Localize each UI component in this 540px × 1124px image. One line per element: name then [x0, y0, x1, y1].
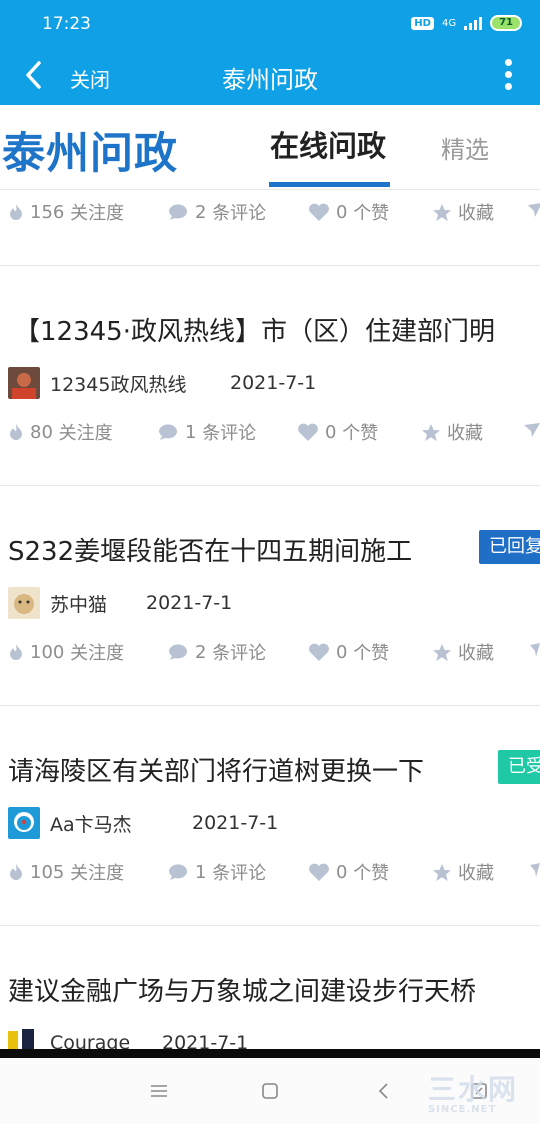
post-stats: 156 关注度 2 条评论 0 个赞 收藏 [0, 190, 540, 230]
like-count[interactable]: 0 个赞 [297, 419, 378, 445]
author-name: Aa卞马杰 [50, 813, 132, 836]
post-author: Courage [8, 1027, 130, 1050]
comment-icon [159, 424, 177, 440]
comment-count[interactable]: 2 条评论 [167, 199, 266, 225]
avatar [8, 807, 40, 839]
share-icon[interactable] [530, 863, 540, 877]
heart-icon [309, 863, 329, 881]
heart-icon [298, 423, 318, 441]
share-icon[interactable] [524, 423, 540, 437]
divider [0, 925, 540, 926]
heart-icon [309, 203, 329, 221]
favorite-button[interactable]: 收藏 [432, 639, 494, 665]
favorite-button[interactable]: 收藏 [421, 419, 483, 445]
comment-icon [169, 204, 187, 220]
star-icon [433, 203, 451, 221]
post-date: 2021-7-1 [230, 372, 317, 394]
post-stats: 105 关注度 1 条评论 0 个赞 收藏 [0, 850, 540, 890]
post-stats: 100 关注度 2 条评论 0 个赞 收藏 [0, 630, 540, 670]
flame-icon [10, 864, 22, 880]
star-icon [422, 423, 440, 441]
like-count[interactable]: 0 个赞 [308, 199, 389, 225]
status-icons: HD 4G 71 [411, 15, 522, 31]
like-count[interactable]: 0 个赞 [308, 639, 389, 665]
comment-count[interactable]: 1 条评论 [167, 859, 266, 885]
tab-featured[interactable]: 精选 [441, 130, 489, 165]
post-feed: 156 关注度 2 条评论 0 个赞 收藏 【12345·政风热线】市（区）住建… [0, 190, 540, 1050]
more-menu-icon[interactable] [496, 56, 520, 96]
status-time: 17:23 [42, 14, 91, 34]
share-icon[interactable] [528, 203, 540, 217]
comment-count[interactable]: 1 条评论 [157, 419, 256, 445]
star-icon [433, 643, 451, 661]
avatar [8, 367, 40, 399]
favorite-button[interactable]: 收藏 [432, 859, 494, 885]
divider [0, 265, 540, 266]
post-stats: 80 关注度 1 条评论 0 个赞 收藏 [0, 410, 540, 450]
star-icon [433, 863, 451, 881]
network-label: 4G [441, 17, 457, 29]
post-author: 苏中猫 [8, 587, 107, 619]
signal-icon [464, 16, 483, 30]
follow-count: 156 关注度 [8, 199, 124, 225]
home-icon[interactable] [261, 1082, 279, 1100]
watermark: 三水网 SINCE.NET [427, 1073, 518, 1115]
flame-icon [10, 424, 22, 440]
post-title[interactable]: 建议金融广场与万象城之间建设步行天桥 [8, 971, 476, 1008]
post-title[interactable]: S232姜堰段能否在十四五期间施工 [8, 531, 412, 568]
follow-count: 100 关注度 [8, 639, 124, 665]
post-date: 2021-7-1 [162, 1032, 249, 1050]
menu-icon[interactable] [150, 1082, 168, 1100]
post-title[interactable]: 【12345·政风热线】市（区）住建部门明 [14, 311, 495, 348]
author-name: 12345政风热线 [50, 373, 187, 396]
post-title[interactable]: 请海陵区有关部门将行道树更换一下 [8, 751, 424, 788]
active-tab-indicator [269, 182, 390, 187]
divider [0, 485, 540, 486]
tab-online-inquiry[interactable]: 在线问政 [270, 123, 386, 165]
battery-icon: 71 [490, 15, 522, 31]
status-badge: 已回复 [479, 530, 540, 564]
nav-divider [0, 1049, 540, 1058]
post-date: 2021-7-1 [146, 592, 233, 614]
post-author: 12345政风热线 [8, 367, 186, 399]
header-tabs: 泰州问政 在线问政 精选 [0, 105, 540, 190]
follow-count: 105 关注度 [8, 859, 124, 885]
status-badge: 已受理 [498, 750, 540, 784]
like-count[interactable]: 0 个赞 [308, 859, 389, 885]
author-name: 苏中猫 [50, 593, 108, 616]
post-author: Aa卞马杰 [8, 807, 132, 839]
avatar [8, 1027, 40, 1050]
divider [0, 705, 540, 706]
avatar [8, 587, 40, 619]
app-bar: 关闭 泰州问政 [0, 48, 540, 105]
app-title: 泰州问政 [222, 66, 318, 94]
status-bar: 17:23 HD 4G 71 [0, 0, 540, 48]
post-date: 2021-7-1 [192, 812, 279, 834]
favorite-button[interactable]: 收藏 [432, 199, 494, 225]
logo: 泰州问政 [2, 129, 178, 179]
comment-count[interactable]: 2 条评论 [167, 639, 266, 665]
hd-icon: HD [411, 16, 434, 30]
flame-icon [10, 204, 22, 220]
author-name: Courage [50, 1032, 131, 1050]
heart-icon [309, 643, 329, 661]
share-icon[interactable] [530, 643, 540, 657]
flame-icon [10, 644, 22, 660]
comment-icon [169, 644, 187, 660]
back-icon[interactable] [375, 1082, 393, 1100]
follow-count: 80 关注度 [8, 419, 113, 445]
comment-icon [169, 864, 187, 880]
